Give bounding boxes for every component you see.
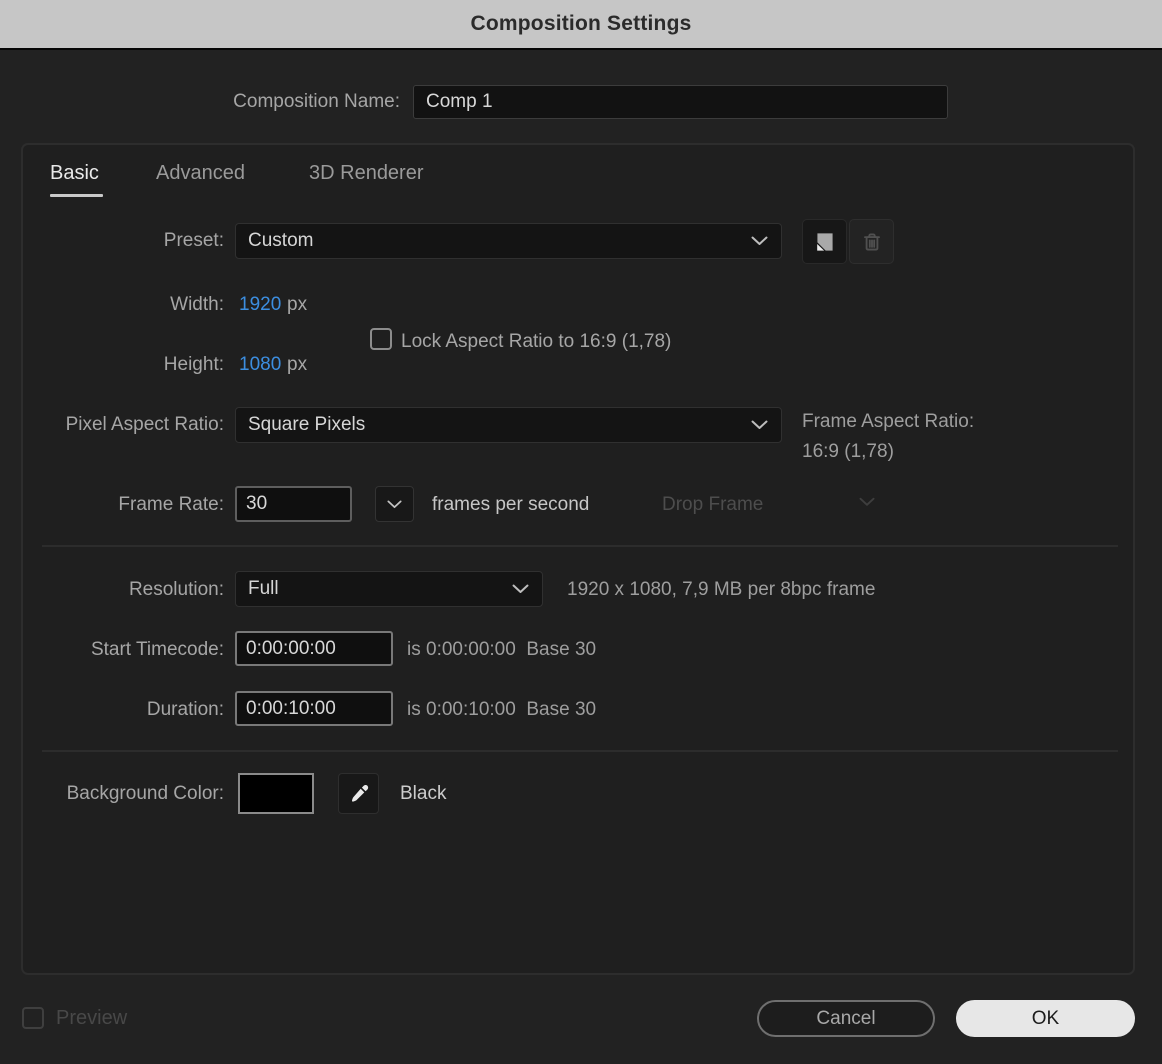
start-timecode-label: Start Timecode: xyxy=(90,639,224,660)
tab-advanced[interactable]: Advanced xyxy=(156,162,245,185)
chevron-down-icon xyxy=(751,420,768,430)
frame-rate-input[interactable] xyxy=(235,486,352,522)
height-label: Height: xyxy=(163,354,224,375)
chevron-down-icon xyxy=(859,497,875,507)
lock-aspect-checkbox[interactable] xyxy=(370,328,392,350)
divider xyxy=(42,545,1118,547)
eyedropper-icon xyxy=(347,782,371,806)
frame-aspect-ratio-label: Frame Aspect Ratio: xyxy=(802,411,975,432)
width-value[interactable]: 1920 xyxy=(239,294,281,316)
trash-icon xyxy=(859,229,885,255)
lock-aspect-label: Lock Aspect Ratio to 16:9 (1,78) xyxy=(401,331,672,352)
dialog-title: Composition Settings xyxy=(470,12,692,35)
tab-basic-underline xyxy=(50,194,103,197)
height-unit: px xyxy=(287,354,308,375)
settings-panel: Basic Advanced 3D Renderer Preset: Custo… xyxy=(21,143,1135,975)
timecode-style-dropdown: Drop Frame xyxy=(662,494,764,515)
background-color-name: Black xyxy=(400,783,447,804)
composition-name-label: Composition Name: xyxy=(233,91,400,112)
start-timecode-info: is 0:00:00:00 Base 30 xyxy=(407,639,597,660)
divider xyxy=(42,750,1118,752)
resolution-info: 1920 x 1080, 7,9 MB per 8bpc frame xyxy=(567,579,876,600)
composition-settings-dialog: { "dialog": { "title": "Composition Sett… xyxy=(0,0,1162,1064)
resolution-label: Resolution: xyxy=(128,579,224,600)
preset-dropdown[interactable]: Custom xyxy=(235,223,782,259)
background-color-swatch[interactable] xyxy=(238,773,314,814)
background-color-label: Background Color: xyxy=(66,783,224,804)
cancel-button[interactable]: Cancel xyxy=(757,1000,935,1037)
delete-preset-button[interactable] xyxy=(849,219,894,264)
save-preset-icon xyxy=(812,229,838,255)
width-label: Width: xyxy=(170,294,224,315)
duration-input[interactable] xyxy=(235,691,393,726)
chevron-down-icon xyxy=(387,500,402,509)
preset-label: Preset: xyxy=(163,230,224,251)
pixel-aspect-ratio-dropdown[interactable]: Square Pixels xyxy=(235,407,782,443)
chevron-down-icon xyxy=(751,236,768,246)
preview-checkbox[interactable] xyxy=(22,1007,44,1029)
frames-per-second-label: frames per second xyxy=(432,494,590,515)
preset-value: Custom xyxy=(248,230,314,251)
duration-label: Duration: xyxy=(146,699,224,720)
frame-aspect-ratio-value: 16:9 (1,78) xyxy=(802,441,894,462)
tab-3d-renderer[interactable]: 3D Renderer xyxy=(309,162,424,185)
composition-name-input[interactable] xyxy=(413,85,948,119)
resolution-dropdown[interactable]: Full xyxy=(235,571,543,607)
dialog-title-bar[interactable]: Composition Settings xyxy=(0,0,1162,50)
width-unit: px xyxy=(287,294,308,315)
resolution-value: Full xyxy=(248,578,279,599)
chevron-down-icon xyxy=(512,584,529,594)
tab-basic[interactable]: Basic xyxy=(50,162,99,185)
start-timecode-input[interactable] xyxy=(235,631,393,666)
height-value[interactable]: 1080 xyxy=(239,354,281,376)
pixel-aspect-ratio-value: Square Pixels xyxy=(248,414,366,435)
frame-rate-dropdown-button[interactable] xyxy=(375,486,414,522)
eyedropper-button[interactable] xyxy=(338,773,379,814)
duration-info: is 0:00:10:00 Base 30 xyxy=(407,699,597,720)
ok-button[interactable]: OK xyxy=(956,1000,1135,1037)
save-preset-button[interactable] xyxy=(802,219,847,264)
frame-rate-label: Frame Rate: xyxy=(118,494,224,515)
preview-label: Preview xyxy=(56,1007,128,1029)
pixel-aspect-ratio-label: Pixel Aspect Ratio: xyxy=(65,414,224,435)
